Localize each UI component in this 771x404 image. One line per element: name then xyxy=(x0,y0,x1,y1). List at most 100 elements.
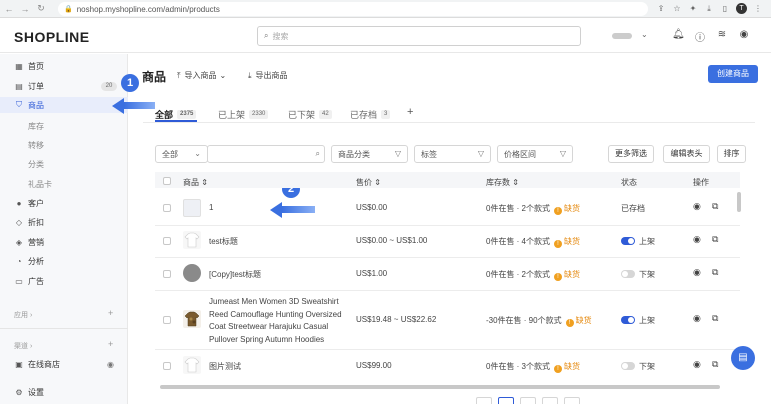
pagination-prev[interactable] xyxy=(476,397,492,404)
copy-icon[interactable]: ⧉ xyxy=(712,359,718,370)
forward-icon[interactable]: → xyxy=(18,2,32,16)
reload-icon[interactable]: ↻ xyxy=(34,2,48,16)
eye-icon[interactable]: ◉ xyxy=(693,359,701,370)
product-name[interactable]: 图片测试 xyxy=(209,361,241,372)
eye-icon[interactable]: ◉ xyxy=(693,234,701,245)
scope-select[interactable]: 全部 ⌄ xyxy=(155,145,208,163)
sidebar-item-ads[interactable]: ▭ 广告 xyxy=(0,273,128,289)
sidebar-item-discounts[interactable]: ◇ 折扣 xyxy=(0,214,128,230)
eye-icon[interactable]: ◉ xyxy=(107,360,114,369)
vertical-scrollbar[interactable] xyxy=(737,192,741,212)
status-toggle[interactable] xyxy=(621,362,635,370)
status-label: 上架 xyxy=(639,237,655,246)
export-products-button[interactable]: ⤓ 导出商品 xyxy=(248,70,288,81)
shopline-logo[interactable]: SHOPLINE xyxy=(14,29,90,45)
download-icon[interactable]: ⤓ xyxy=(704,4,714,14)
column-price[interactable]: 售价 ⇕ xyxy=(356,177,381,188)
orders-icon: ▤ xyxy=(15,81,23,91)
status-toggle[interactable] xyxy=(621,237,635,245)
arrow-head-1 xyxy=(112,98,124,114)
sidebar-sub-inventory[interactable]: 库存 xyxy=(28,121,44,132)
sort-button[interactable]: 排序 xyxy=(717,145,746,163)
profile-avatar[interactable]: T xyxy=(736,3,747,14)
sidebar-sub-transfer[interactable]: 转移 xyxy=(28,140,44,151)
add-tab-icon[interactable]: + xyxy=(407,106,413,118)
column-stock[interactable]: 库存数 ⇕ xyxy=(486,177,519,188)
import-products-button[interactable]: ⤒ 导入商品 ⌄ xyxy=(177,70,226,81)
chat-help-button[interactable]: ▤ xyxy=(731,346,755,370)
sidebar-sub-giftcard[interactable]: 礼品卡 xyxy=(28,179,52,190)
sidebar-item-home[interactable]: ▦ 首页 xyxy=(0,58,128,74)
price-filter[interactable]: 价格区间 ▽ xyxy=(497,145,573,163)
select-all-checkbox[interactable] xyxy=(163,177,171,185)
tab-archived[interactable]: 已存档 3 xyxy=(350,108,391,121)
chevron-down-icon: ⌄ xyxy=(194,149,201,158)
copy-icon[interactable]: ⧉ xyxy=(712,234,718,245)
chart-icon: ◔ xyxy=(16,256,22,266)
sidebar-item-settings[interactable]: ⚙ 设置 xyxy=(0,384,128,400)
more-filters-button[interactable]: 更多筛选 xyxy=(608,145,654,163)
wifi-icon[interactable]: ≋ xyxy=(716,29,728,44)
tab-active[interactable]: 已上架 2330 xyxy=(218,108,269,121)
extensions-icon[interactable]: ✦ xyxy=(688,4,698,13)
column-product[interactable]: 商品 ⇕ xyxy=(183,177,208,188)
status-label: 已存档 xyxy=(621,204,645,213)
eye-icon[interactable]: ◉ xyxy=(693,267,701,278)
status-toggle[interactable] xyxy=(621,270,635,278)
add-app-icon[interactable]: + xyxy=(108,308,113,318)
eye-icon[interactable]: ◉ xyxy=(693,313,701,324)
address-bar[interactable]: 🔒 noshop.myshopline.com/admin/products xyxy=(58,2,648,16)
copy-icon[interactable]: ⧉ xyxy=(712,267,718,278)
row-checkbox[interactable] xyxy=(163,204,171,212)
bell-icon[interactable]: 🔔︎ xyxy=(672,29,685,44)
home-icon: ▦ xyxy=(15,61,23,71)
create-product-button[interactable]: 创建商品 xyxy=(708,65,758,83)
row-checkbox[interactable] xyxy=(163,270,171,278)
status-label: 下架 xyxy=(639,270,655,279)
pagination-next[interactable] xyxy=(564,397,580,404)
chevron-down-icon[interactable]: ⌄ xyxy=(641,30,648,39)
category-filter[interactable]: 商品分类 ▽ xyxy=(331,145,408,163)
user-icon[interactable]: ◉ xyxy=(738,29,750,44)
product-name[interactable]: 1 xyxy=(209,203,213,212)
kebab-menu-icon[interactable]: ⋮ xyxy=(753,4,763,13)
sidebar-item-analytics[interactable]: ◔ 分析 xyxy=(0,253,128,269)
product-price: US$1.00 xyxy=(356,269,388,278)
horizontal-scrollbar[interactable] xyxy=(160,385,720,389)
product-name[interactable]: Jumeast Men Women 3D Sweatshirt Reed Cam… xyxy=(209,296,342,346)
product-name[interactable]: test标题 xyxy=(209,236,238,247)
search-input[interactable]: ⌕ 搜索 xyxy=(257,26,581,46)
help-icon[interactable]: ⓘ xyxy=(694,29,706,44)
filter-search-input[interactable]: ⌕ xyxy=(207,145,325,163)
sidebar-apps-section[interactable]: 应用 › xyxy=(14,310,32,320)
row-checkbox[interactable] xyxy=(163,362,171,370)
add-channel-icon[interactable]: + xyxy=(108,339,113,349)
store-switcher[interactable] xyxy=(612,33,632,39)
copy-icon[interactable]: ⧉ xyxy=(712,313,718,324)
eye-icon[interactable]: ◉ xyxy=(693,201,701,212)
pagination-page[interactable] xyxy=(520,397,536,404)
tag-filter[interactable]: 标签 ▽ xyxy=(414,145,491,163)
browser-toolbar: ← → ↻ 🔒 noshop.myshopline.com/admin/prod… xyxy=(0,0,771,18)
copy-icon[interactable]: ⧉ xyxy=(712,201,718,212)
share-icon[interactable]: ⇪ xyxy=(656,4,666,13)
row-checkbox[interactable] xyxy=(163,237,171,245)
pagination-page[interactable] xyxy=(498,397,514,404)
back-icon[interactable]: ← xyxy=(2,2,16,16)
product-name[interactable]: [Copy]test标题 xyxy=(209,269,261,280)
sidebar-item-products[interactable]: ⛉ 商品 xyxy=(0,97,128,113)
row-checkbox[interactable] xyxy=(163,316,171,324)
product-price: US$99.00 xyxy=(356,361,392,370)
edit-header-button[interactable]: 编辑表头 xyxy=(663,145,710,163)
lock-icon: 🔒 xyxy=(64,6,73,13)
sidebar-item-customers[interactable]: ● 客户 xyxy=(0,195,128,211)
callout-1: 1 xyxy=(121,74,139,92)
tab-inactive[interactable]: 已下架 42 xyxy=(288,108,332,121)
status-toggle[interactable] xyxy=(621,316,635,324)
pagination-page[interactable] xyxy=(542,397,558,404)
sidebar-item-marketing[interactable]: ◈ 营销 xyxy=(0,234,128,250)
star-icon[interactable]: ☆ xyxy=(672,4,682,13)
sidebar-channels-section[interactable]: 渠道 › xyxy=(14,341,32,351)
sidebar-sub-category[interactable]: 分类 xyxy=(28,159,44,170)
sidebar-toggle-icon[interactable]: ▯ xyxy=(720,4,730,13)
